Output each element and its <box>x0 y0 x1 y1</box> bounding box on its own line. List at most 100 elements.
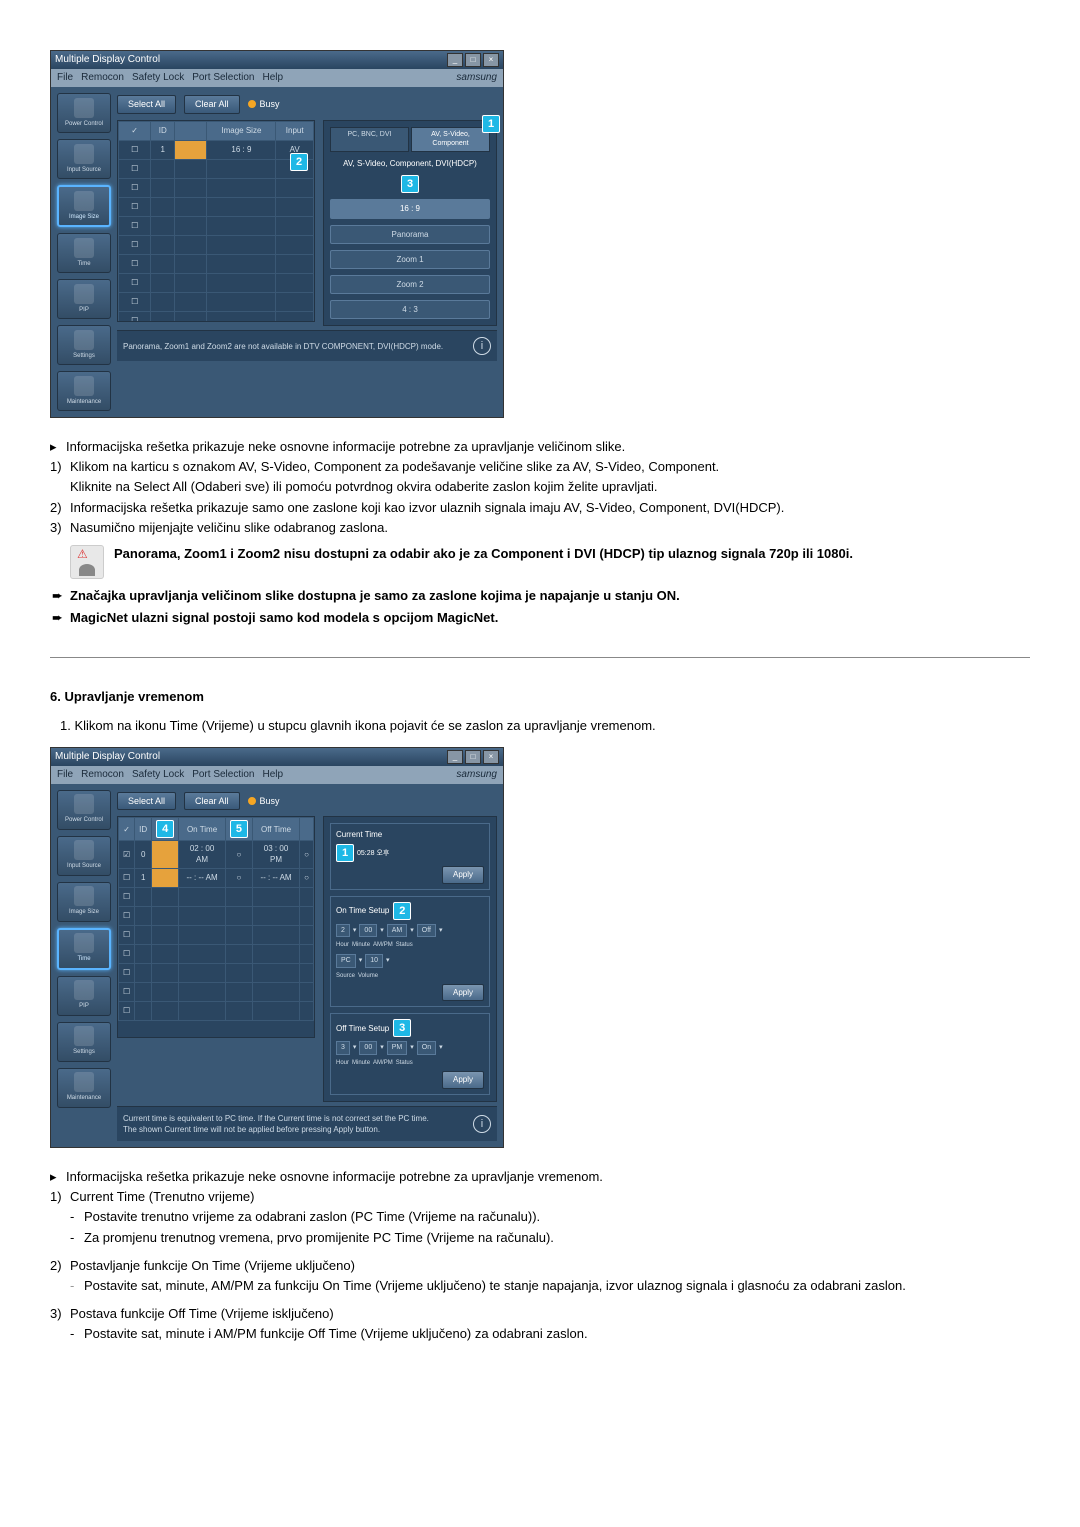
table-row[interactable]: ☐ <box>119 887 314 906</box>
table-row[interactable]: ☐ 1 16 : 9 AV <box>119 140 314 159</box>
table-row[interactable]: ☐ <box>119 982 314 1001</box>
menu-help[interactable]: Help <box>262 768 283 782</box>
text-line: Nasumično mijenjajte veličinu slike odab… <box>70 519 388 537</box>
text-line: Klikom na karticu s oznakom AV, S-Video,… <box>70 458 719 476</box>
table-row[interactable]: ☐ <box>119 254 314 273</box>
minimize-icon[interactable]: _ <box>447 53 463 67</box>
table-row[interactable]: ☐1 -- : -- AM○ -- : -- AM○ <box>119 868 314 887</box>
menu-portselection[interactable]: Port Selection <box>192 71 254 85</box>
doc-block-2: ▸Informacijska rešetka prikazuje neke os… <box>50 1168 1030 1344</box>
close-icon[interactable]: × <box>483 750 499 764</box>
col-input: Input <box>276 121 314 140</box>
dash-icon: - <box>70 1229 84 1247</box>
close-icon[interactable]: × <box>483 53 499 67</box>
option-4-3[interactable]: 4 : 3 <box>330 300 490 319</box>
table-row[interactable]: ☐ <box>119 906 314 925</box>
select-all-button[interactable]: Select All <box>117 792 176 811</box>
sidebar-item-power-control[interactable]: Power Control <box>57 790 111 830</box>
sidebar-item-image-size[interactable]: Image Size <box>57 882 111 922</box>
maximize-icon[interactable]: □ <box>465 53 481 67</box>
table-row[interactable]: ☐ <box>119 292 314 311</box>
sidebar-item-input-source[interactable]: Input Source <box>57 139 111 179</box>
menu-help[interactable]: Help <box>262 71 283 85</box>
apply-button-current[interactable]: Apply <box>442 866 484 883</box>
ontime-minute[interactable]: 00 <box>359 924 377 938</box>
ontime-status[interactable]: Off <box>417 924 436 938</box>
clock-icon <box>74 933 94 953</box>
table-row[interactable]: ☐ <box>119 159 314 178</box>
tab-pc-bnc-dvi[interactable]: PC, BNC, DVI <box>330 127 409 153</box>
text-line: Postavite sat, minute i AM/PM funkcije O… <box>84 1325 588 1343</box>
sidebar-item-pip[interactable]: PIP <box>57 976 111 1016</box>
ontime-ampm[interactable]: AM <box>387 924 408 938</box>
menu-remocon[interactable]: Remocon <box>81 71 124 85</box>
menu-safetylock[interactable]: Safety Lock <box>132 71 184 85</box>
offtime-minute[interactable]: 00 <box>359 1041 377 1055</box>
sidebar-item-image-size[interactable]: Image Size <box>57 185 111 227</box>
sidebar-item-time[interactable]: Time <box>57 233 111 273</box>
badge-1: 1 <box>336 844 354 862</box>
minimize-icon[interactable]: _ <box>447 750 463 764</box>
num-3: 3) <box>50 1305 70 1323</box>
ontime-group: On Time Setup 2 2▾ 00▾ AM▾ Off▾ Hour Min… <box>330 896 490 1008</box>
ontime-volume[interactable]: 10 <box>365 954 383 968</box>
sidebar-item-input-source[interactable]: Input Source <box>57 836 111 876</box>
table-row[interactable]: ☐ <box>119 925 314 944</box>
sidebar-item-power-control[interactable]: Power Control <box>57 93 111 133</box>
table-row[interactable]: ☐ <box>119 963 314 982</box>
sidebar-item-settings[interactable]: Settings <box>57 325 111 365</box>
warning-person-icon <box>70 545 104 579</box>
ontime-hour[interactable]: 2 <box>336 924 350 938</box>
warning-note: Panorama, Zoom1 i Zoom2 nisu dostupni za… <box>70 545 1030 579</box>
apply-button-ontime[interactable]: Apply <box>442 984 484 1001</box>
sidebar-item-time[interactable]: Time <box>57 928 111 970</box>
text-line: Current Time (Trenutno vrijeme) <box>70 1188 254 1206</box>
table-row[interactable]: ☐ <box>119 178 314 197</box>
option-panorama[interactable]: Panorama <box>330 225 490 244</box>
table-row[interactable]: ☐ <box>119 273 314 292</box>
col-imagesize: Image Size <box>207 121 276 140</box>
separator <box>50 657 1030 658</box>
ontime-source[interactable]: PC <box>336 954 356 968</box>
menu-portselection[interactable]: Port Selection <box>192 768 254 782</box>
menu-file[interactable]: File <box>57 768 73 782</box>
info-grid: ✓ ID Image Size Input ☐ 1 16 : 9 AV <box>117 120 315 322</box>
table-row[interactable]: ☐ <box>119 197 314 216</box>
arrow-icon: ➨ <box>52 587 70 605</box>
offtime-hour[interactable]: 3 <box>336 1041 350 1055</box>
offtime-status[interactable]: On <box>417 1041 436 1055</box>
apply-button-offtime[interactable]: Apply <box>442 1071 484 1088</box>
table-row[interactable]: ☑0 02 : 00 AM○ 03 : 00 PM○ <box>119 841 314 868</box>
num-2: 2) <box>50 1257 70 1275</box>
text-line: Za promjenu trenutnog vremena, prvo prom… <box>84 1229 554 1247</box>
sidebar-item-pip[interactable]: PIP <box>57 279 111 319</box>
option-zoom1[interactable]: Zoom 1 <box>330 250 490 269</box>
sidebar-item-maintenance[interactable]: Maintenance <box>57 371 111 411</box>
clear-all-button[interactable]: Clear All <box>184 792 240 811</box>
col-id: ID <box>151 121 175 140</box>
dash-icon: - <box>70 1277 84 1295</box>
clear-all-button[interactable]: Clear All <box>184 95 240 114</box>
table-row[interactable]: ☐ <box>119 311 314 322</box>
table-row[interactable]: ☐ <box>119 944 314 963</box>
table-row[interactable]: ☐ <box>119 216 314 235</box>
sidebar-item-maintenance[interactable]: Maintenance <box>57 1068 111 1108</box>
offtime-ampm[interactable]: PM <box>387 1041 408 1055</box>
window-titlebar: Multiple Display Control _ □ × <box>51 51 503 69</box>
table-row[interactable]: ☐ <box>119 235 314 254</box>
power-icon <box>74 98 94 118</box>
table-row[interactable]: ☐ <box>119 1001 314 1020</box>
offtime-group: Off Time Setup 3 3▾ 00▾ PM▾ On▾ Hour Min… <box>330 1013 490 1094</box>
menu-remocon[interactable]: Remocon <box>81 768 124 782</box>
option-16-9[interactable]: 16 : 9 <box>330 199 490 218</box>
option-zoom2[interactable]: Zoom 2 <box>330 275 490 294</box>
menu-file[interactable]: File <box>57 71 73 85</box>
maximize-icon[interactable]: □ <box>465 750 481 764</box>
footer-message: Panorama, Zoom1 and Zoom2 are not availa… <box>117 330 497 361</box>
menu-safetylock[interactable]: Safety Lock <box>132 768 184 782</box>
tab-av-svideo-component[interactable]: AV, S-Video, Component <box>411 127 490 153</box>
sidebar-item-settings[interactable]: Settings <box>57 1022 111 1062</box>
brand-label: samsung <box>456 71 497 85</box>
select-all-button[interactable]: Select All <box>117 95 176 114</box>
menubar: File Remocon Safety Lock Port Selection … <box>51 69 503 87</box>
